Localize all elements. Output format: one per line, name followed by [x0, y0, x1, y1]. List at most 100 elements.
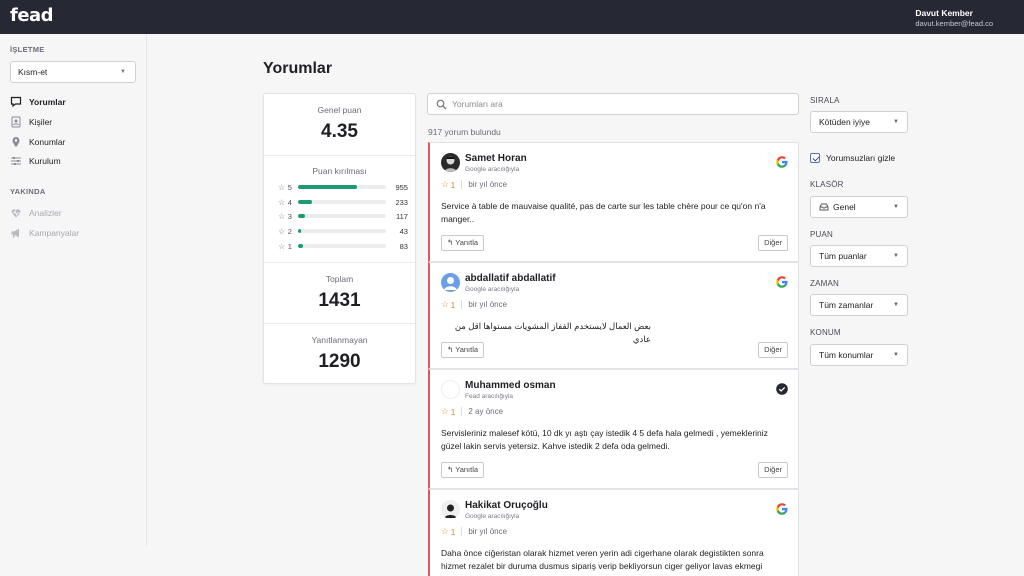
chevron-down-icon: ▼	[120, 69, 126, 75]
sidebar-item-label: Kurulum	[29, 156, 61, 166]
user-email: davut.kember@fead.co	[915, 19, 993, 28]
rating-filter-label: PUAN	[810, 230, 834, 239]
avatar	[441, 380, 460, 399]
megaphone-icon	[11, 228, 19, 238]
rating-row: ☆ 1 83	[278, 241, 408, 251]
rating-value: 1	[450, 299, 456, 310]
reply-button[interactable]: ↰ Yanıtla	[441, 342, 485, 358]
rating-bar	[298, 200, 386, 204]
chevron-down-icon: ▼	[893, 253, 899, 259]
reply-label: Yanıtla	[455, 238, 479, 247]
star-icon: ☆	[278, 197, 286, 207]
time-select[interactable]: Tüm zamanlar ▼	[810, 294, 908, 316]
folder-value: Genel	[833, 202, 856, 212]
sort-select[interactable]: Kötüden iyiye ▼	[810, 111, 908, 133]
google-icon	[776, 276, 788, 288]
rating-row: ☆ 2 43	[278, 226, 408, 236]
chevron-down-icon: ▼	[893, 302, 899, 308]
sidebar-item-label: Analizler	[29, 208, 62, 218]
rating-count: 955	[395, 182, 408, 192]
overall-rating-value: 4.35	[321, 121, 358, 142]
search-input[interactable]	[452, 97, 782, 111]
sidebar-item-label: Kampanyalar	[29, 228, 80, 238]
inbox-icon	[819, 203, 829, 211]
review-card: abdallatif abdallatif Google aracılığıyl…	[428, 262, 799, 369]
rating-filter-value: Tüm puanlar	[819, 251, 867, 261]
star-icon: ☆	[441, 406, 449, 416]
reply-icon: ↰	[447, 345, 454, 354]
total-label: Toplam	[325, 274, 354, 284]
rating-row: ☆ 4 233	[278, 197, 408, 207]
reviewer-name: abdallatif abdallatif	[465, 273, 556, 284]
fead-icon	[776, 383, 788, 395]
rating-bar-fill	[298, 214, 306, 218]
sidebar-item-setup[interactable]: Kurulum	[10, 154, 61, 168]
sidebar: İŞLETME Kısm-et ▼ Yorumlar Kişiler Konum…	[0, 34, 147, 546]
review-text: Daha önce ciğeristan olarak hizmet veren…	[441, 548, 764, 571]
rating-breakdown-heading: Puan kırılması	[264, 166, 415, 176]
location-select[interactable]: Tüm konumlar ▼	[810, 344, 908, 366]
rating-count: 83	[399, 241, 408, 251]
reply-button[interactable]: ↰ Yanıtla	[441, 235, 485, 251]
sliders-icon	[11, 157, 21, 165]
reviewer-name: Samet Horan	[465, 153, 527, 164]
star-icon: ☆	[441, 299, 449, 309]
folder-select[interactable]: Genel ▼	[810, 196, 908, 218]
location-pin-icon	[12, 137, 20, 147]
review-time: bir yıl önce	[468, 180, 508, 189]
hide-unanswered-checkbox[interactable]: Yorumsuzları gizle	[810, 153, 895, 163]
contact-card-icon	[11, 116, 21, 128]
more-button[interactable]: Diğer	[758, 342, 788, 358]
separator	[461, 300, 463, 309]
rating-value: 1	[450, 179, 456, 190]
soon-heading: YAKINDA	[10, 187, 46, 196]
more-button[interactable]: Diğer	[758, 235, 788, 251]
rating-bar	[298, 244, 386, 248]
reply-button[interactable]: ↰ Yanıtla	[441, 462, 485, 478]
review-time: bir yıl önce	[468, 527, 508, 536]
chevron-down-icon: ▼	[893, 352, 899, 358]
star-level: 2	[287, 226, 292, 236]
rating-bar	[298, 229, 386, 233]
fead-logo[interactable]: fead	[10, 5, 54, 26]
star-icon: ☆	[278, 226, 286, 236]
rating-bar-fill	[298, 185, 357, 189]
star-icon: ☆	[441, 526, 449, 536]
avatar	[441, 273, 460, 292]
total-reviews: Toplam 1431	[264, 274, 415, 312]
sort-value: Kötüden iyiye	[819, 117, 871, 127]
rating-select[interactable]: Tüm puanlar ▼	[810, 245, 908, 267]
user-menu[interactable]: Davut Kember davut.kember@fead.co	[915, 8, 993, 28]
sidebar-item-contacts[interactable]: Kişiler	[10, 115, 52, 129]
sidebar-item-analytics: Analizler	[10, 206, 62, 220]
top-bar: fead Davut Kember davut.kember@fead.co	[0, 0, 1024, 34]
review-source: Google aracılığıyla	[465, 166, 520, 173]
location-label: KONUM	[810, 328, 841, 337]
business-select[interactable]: Kısm-et ▼	[10, 61, 136, 83]
checkbox-label: Yorumsuzları gizle	[826, 153, 896, 163]
chevron-down-icon: ▼	[893, 119, 899, 125]
more-button[interactable]: Diğer	[758, 462, 788, 478]
sidebar-item-label: Kişiler	[29, 117, 53, 127]
unanswered-label: Yanıtlanmayan	[311, 335, 368, 345]
separator	[461, 180, 463, 189]
search-box[interactable]	[427, 93, 799, 115]
reviewer-name: Muhammed osman	[465, 380, 556, 391]
rating-bar-fill	[298, 244, 303, 248]
star-icon: ☆	[278, 241, 286, 251]
sidebar-item-locations[interactable]: Konumlar	[10, 135, 65, 149]
star-level: 1	[287, 241, 292, 251]
checkbox-checked-icon[interactable]	[810, 153, 820, 163]
review-source: Fead aracılığıyla	[465, 393, 514, 400]
sidebar-item-reviews[interactable]: Yorumlar	[10, 95, 66, 109]
sidebar-item-campaigns: Kampanyalar	[10, 226, 79, 240]
review-rating: ☆ 1 bir yıl önce	[441, 526, 507, 537]
review-text: Service à table de mauvaise qualité, pas…	[441, 201, 766, 224]
rating-count: 233	[395, 197, 408, 207]
rating-count: 43	[399, 226, 408, 236]
review-source: Google aracılığıyla	[465, 286, 520, 293]
time-label: ZAMAN	[810, 279, 839, 288]
review-time: bir yıl önce	[468, 300, 508, 309]
separator	[461, 527, 463, 536]
comment-icon	[10, 96, 22, 108]
